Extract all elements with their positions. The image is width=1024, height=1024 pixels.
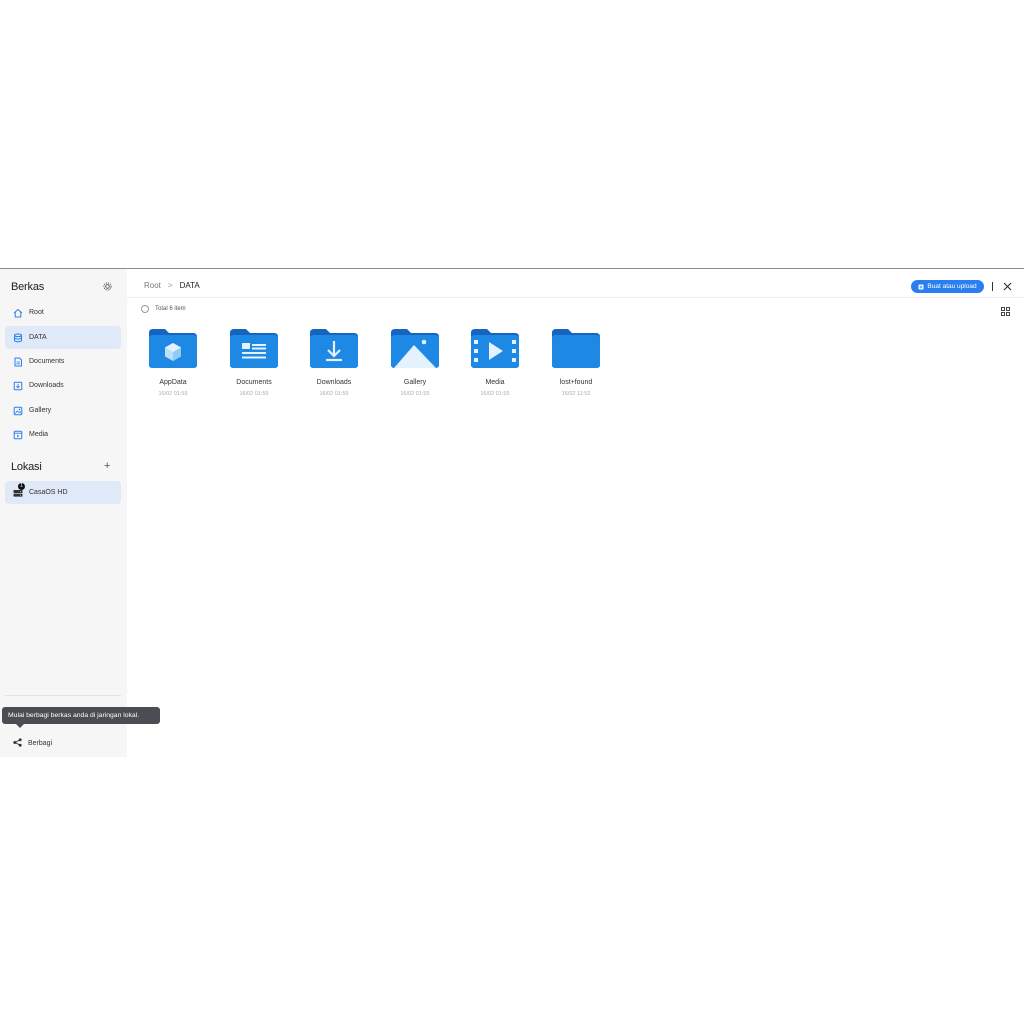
sidebar-item-label: Root: [29, 309, 44, 316]
plain-folder-icon: [552, 329, 600, 368]
folder-name: Media: [485, 379, 505, 386]
folder-date: 16/02 01:55: [400, 391, 430, 397]
folder-name: AppData: [159, 379, 187, 386]
sidebar: Berkas Root DATA Documents Downloads Gal…: [0, 269, 160, 757]
sidebar-item-label: Downloads: [29, 382, 64, 389]
folder-date: 16/02 01:55: [480, 391, 510, 397]
home-icon: [13, 308, 23, 318]
grid-view-icon[interactable]: [1001, 303, 1010, 316]
share-icon: [13, 734, 22, 752]
top-bar: Root > DATA Buat atau upload: [127, 269, 1024, 298]
sidebar-title: Berkas: [11, 281, 45, 293]
database-icon: [13, 333, 23, 343]
tooltip-arrow: [16, 724, 24, 728]
share-button[interactable]: Berbagi: [13, 734, 52, 752]
upload-icon: [918, 284, 924, 290]
download-arrow-icon: [310, 329, 358, 368]
folder-date: 16/02 01:55: [158, 391, 188, 397]
location-item-casaos-hd[interactable]: 1 CasaOS HD: [5, 481, 121, 504]
plus-icon[interactable]: +: [104, 460, 110, 472]
document-lines-icon: [230, 329, 278, 368]
locations-title: Lokasi: [11, 461, 42, 473]
cube-icon: [149, 329, 197, 368]
create-upload-label: Buat atau upload: [927, 283, 977, 290]
sidebar-item-gallery[interactable]: Gallery: [5, 399, 121, 422]
sidebar-item-label: Gallery: [29, 407, 52, 414]
folder-name: lost+found: [559, 379, 593, 386]
document-icon: [13, 357, 23, 367]
toolbar-divider: [992, 282, 993, 291]
mountain-icon: [391, 329, 439, 368]
sidebar-item-media[interactable]: Media: [5, 423, 121, 446]
drive-icon: 1: [13, 482, 25, 498]
folder-name: Gallery: [403, 379, 427, 386]
folder-tile-media[interactable]: Media 16/02 01:55: [460, 327, 530, 397]
download-icon: [13, 381, 23, 391]
close-icon[interactable]: [1002, 279, 1013, 291]
select-all-radio[interactable]: [141, 305, 149, 313]
folder-tile-lost-found[interactable]: lost+found 16/02 11:52: [541, 327, 611, 397]
main-panel: Root > DATA Buat atau upload Total 6 ite…: [127, 269, 1024, 757]
item-count: Total 6 item: [155, 306, 186, 312]
sidebar-item-data[interactable]: DATA: [5, 326, 121, 349]
sidebar-item-documents[interactable]: Documents: [5, 350, 121, 373]
file-manager-window: Berkas Root DATA Documents Downloads Gal…: [0, 268, 1024, 757]
selection-bar: Total 6 item: [141, 305, 186, 313]
media-icon: [13, 430, 23, 440]
create-upload-button[interactable]: Buat atau upload: [911, 280, 984, 293]
location-item-label: CasaOS HD: [29, 489, 68, 496]
folder-tile-downloads[interactable]: Downloads 16/02 01:55: [299, 327, 369, 397]
breadcrumb: Root > DATA: [144, 281, 200, 290]
folder-tile-gallery[interactable]: Gallery 16/02 01:55: [380, 327, 450, 397]
folder-tile-appdata[interactable]: AppData 16/02 01:55: [138, 327, 208, 397]
folder-date: 16/02 01:55: [239, 391, 269, 397]
sidebar-item-label: DATA: [29, 334, 47, 341]
folder-name: Downloads: [316, 379, 352, 386]
share-label: Berbagi: [28, 739, 53, 747]
folder-name: Documents: [236, 379, 272, 386]
folder-date: 16/02 01:55: [319, 391, 349, 397]
sidebar-divider: [5, 695, 121, 696]
drive-badge: 1: [18, 482, 25, 490]
sidebar-item-root[interactable]: Root: [5, 301, 121, 324]
folder-date: 16/02 11:52: [561, 391, 591, 397]
sidebar-item-downloads[interactable]: Downloads: [5, 374, 121, 397]
image-icon: [13, 406, 23, 416]
breadcrumb-root[interactable]: Root: [144, 281, 161, 290]
sidebar-item-label: Documents: [29, 358, 65, 365]
breadcrumb-current[interactable]: DATA: [180, 281, 200, 290]
sidebar-item-label: Media: [29, 431, 49, 438]
breadcrumb-separator: >: [167, 281, 173, 290]
folder-tile-documents[interactable]: Documents 16/02 01:55: [219, 327, 289, 397]
play-film-icon: [471, 329, 519, 368]
gear-icon[interactable]: [103, 282, 112, 294]
